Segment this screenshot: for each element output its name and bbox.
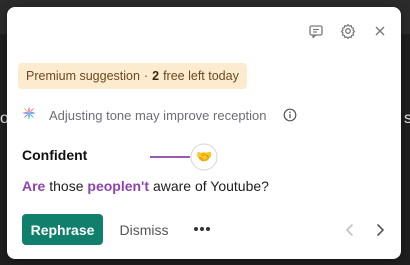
settings-icon[interactable] xyxy=(339,22,357,40)
tone-hint-text: Adjusting tone may improve reception xyxy=(49,107,267,123)
premium-suggestion-banner: Premium suggestion · 2 free left today xyxy=(18,63,247,89)
more-options-button[interactable] xyxy=(191,219,213,239)
info-icon[interactable] xyxy=(283,108,297,122)
tone-label: Confident xyxy=(22,147,88,163)
sentence-text-end: aware of Youtube? xyxy=(149,178,269,194)
premium-label: Premium suggestion xyxy=(26,69,140,83)
handshake-emoji-icon: 🤝 xyxy=(196,149,213,164)
next-suggestion-chevron-icon[interactable] xyxy=(372,221,388,239)
close-icon[interactable] xyxy=(371,22,389,40)
changed-word-are[interactable]: Are xyxy=(22,178,45,194)
rephrase-button[interactable]: Rephrase xyxy=(22,214,103,245)
premium-separator: · xyxy=(143,69,149,83)
tone-hint-row: Adjusting tone may improve reception xyxy=(21,105,387,126)
dismiss-button[interactable]: Dismiss xyxy=(112,214,176,245)
sparkle-logo-icon xyxy=(21,105,37,126)
more-dots-icon xyxy=(194,227,210,231)
tone-meter: 🤝 xyxy=(150,143,218,171)
previous-suggestion-chevron-icon[interactable] xyxy=(342,221,358,239)
feedback-icon[interactable] xyxy=(307,22,325,40)
suggestion-card: Premium suggestion · 2 free left today A… xyxy=(7,7,401,259)
free-count: 2 xyxy=(152,69,160,83)
sentence-text: those xyxy=(45,178,88,194)
card-header-actions xyxy=(307,22,389,40)
free-suffix: free left today xyxy=(163,69,239,83)
suggested-sentence: Are those peoplen't aware of Youtube? xyxy=(22,178,269,194)
backdrop-text-right: s xyxy=(404,110,410,127)
changed-word-peoplent[interactable]: peoplen't xyxy=(87,178,149,194)
